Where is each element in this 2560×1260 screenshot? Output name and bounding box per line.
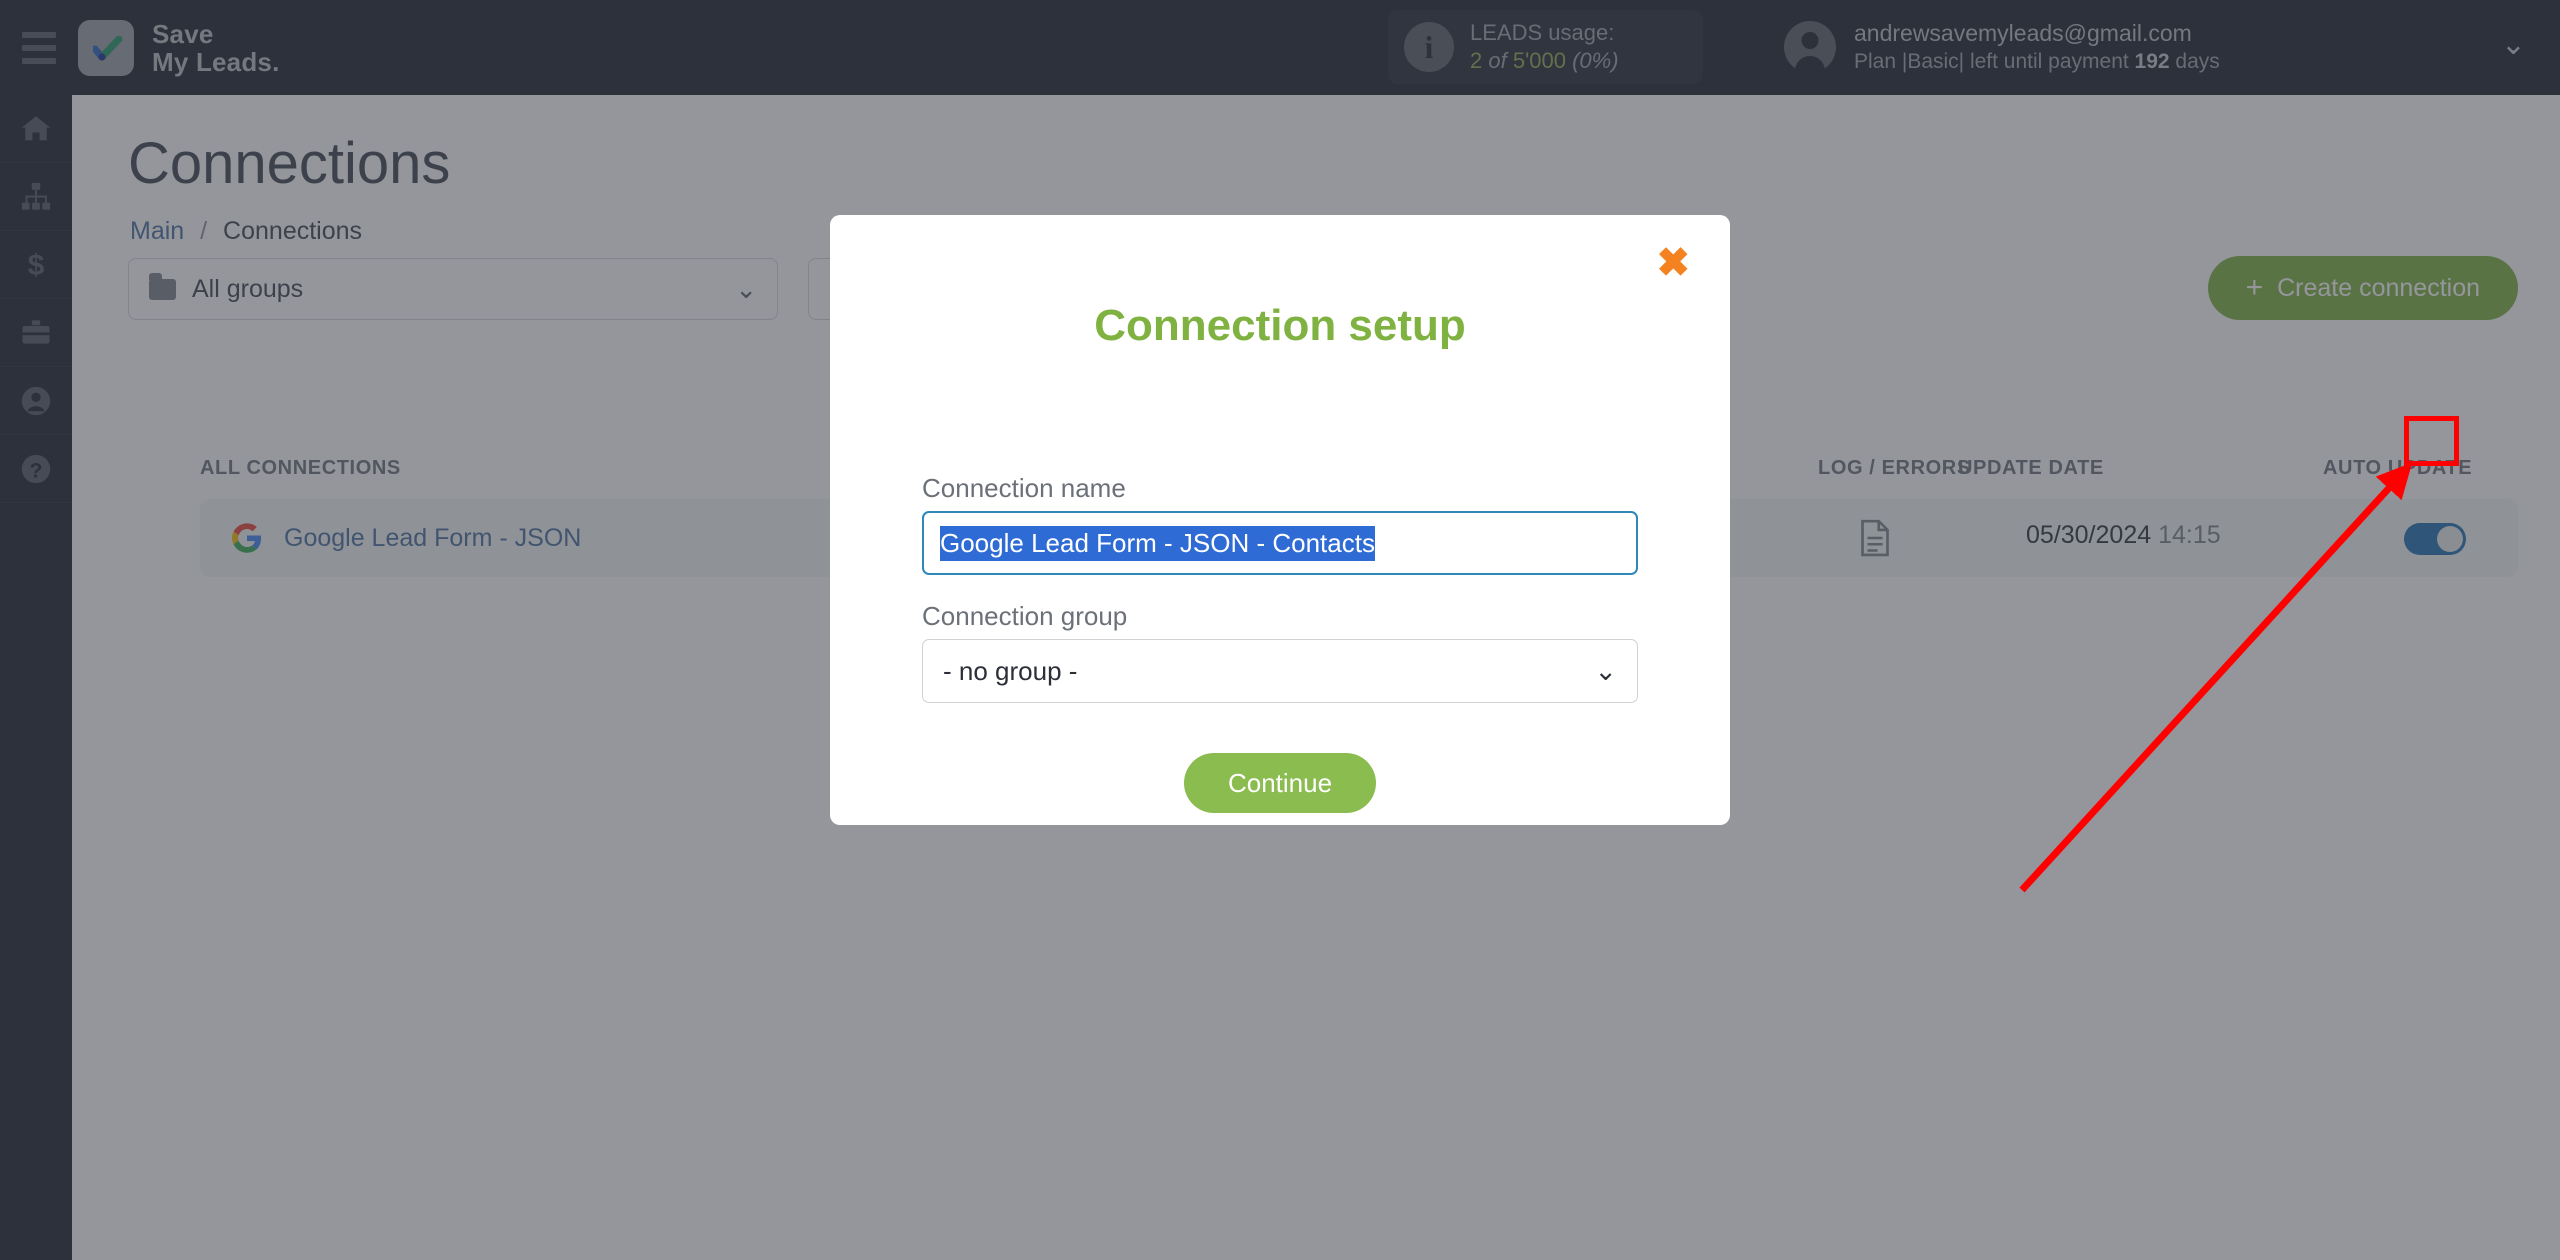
connection-group-select[interactable]: - no group - ⌄ — [922, 639, 1638, 703]
connection-group-value: - no group - — [943, 655, 1078, 686]
connection-group-label: Connection group — [922, 601, 1128, 631]
connection-name-input[interactable]: Google Lead Form - JSON - Contacts — [922, 511, 1638, 575]
connection-setup-modal: ✖ Connection setup Connection name Googl… — [830, 215, 1730, 825]
chevron-down-icon: ⌄ — [1594, 655, 1617, 686]
connection-name-label: Connection name — [922, 473, 1126, 503]
modal-title: Connection setup — [1094, 301, 1466, 350]
application-window: Save My Leads. i LEADS usage: 2 of 5'000… — [0, 0, 2560, 1260]
close-icon[interactable]: ✖ — [1656, 243, 1690, 283]
connection-name-input-value: Google Lead Form - JSON - Contacts — [940, 525, 1375, 561]
continue-button[interactable]: Continue — [1184, 753, 1376, 813]
